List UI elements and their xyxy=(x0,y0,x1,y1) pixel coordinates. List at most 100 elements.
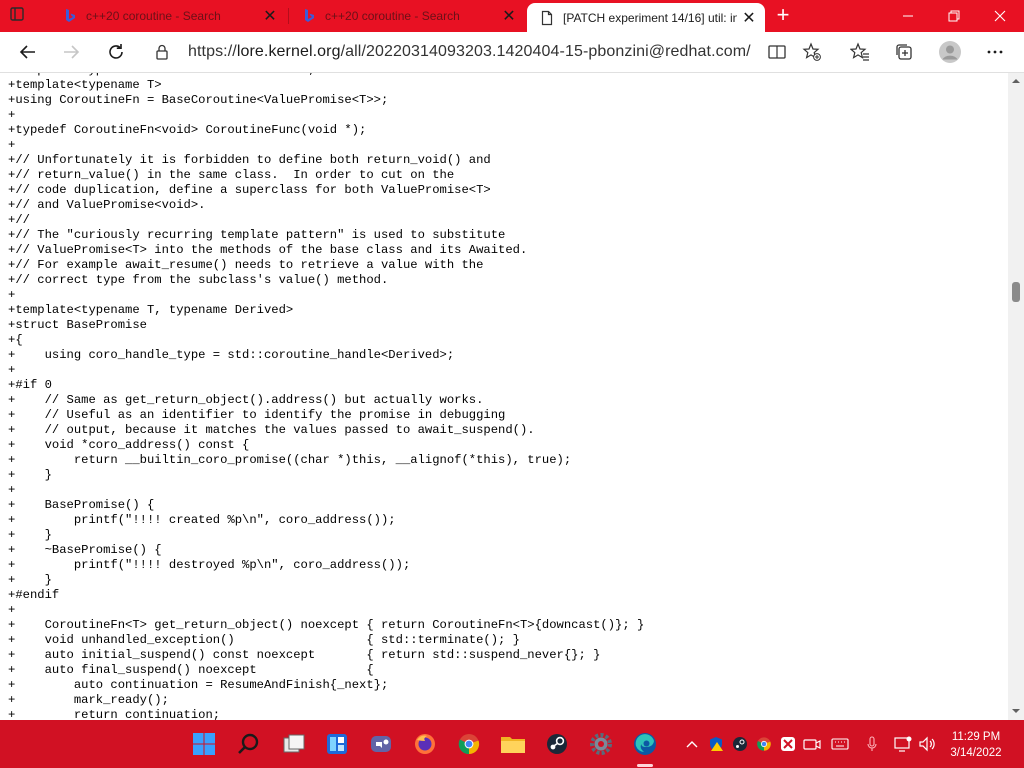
tab-strip: c++20 coroutine - Search ✕ c++20 corouti… xyxy=(0,0,1024,32)
code-line: + CoroutineFn<T> get_return_object() noe… xyxy=(8,618,645,632)
code-line: +// Unfortunately it is forbidden to def… xyxy=(8,153,491,167)
code-line: +template<typename T> xyxy=(8,78,162,92)
code-line: + // output, because it matches the valu… xyxy=(8,423,535,437)
code-line: + ~BasePromise() { xyxy=(8,543,162,557)
tab-search-2[interactable]: c++20 coroutine - Search ✕ xyxy=(289,0,525,32)
reading-view-icon[interactable] xyxy=(767,42,787,62)
code-line: +#if 0 xyxy=(8,378,52,392)
microphone-icon[interactable] xyxy=(862,734,882,754)
url-text[interactable]: https://lore.kernel.org/all/202203140932… xyxy=(188,43,751,61)
code-line: + } xyxy=(8,573,52,587)
edge-icon[interactable] xyxy=(631,730,659,758)
scroll-down-icon[interactable] xyxy=(1012,707,1020,715)
shield-warning-icon[interactable] xyxy=(706,734,726,754)
code-line: +typedef CoroutineFn<void> CoroutineFunc… xyxy=(8,123,367,137)
code-line: + xyxy=(8,288,16,302)
firefox-icon[interactable] xyxy=(411,730,439,758)
chrome-icon[interactable] xyxy=(455,730,483,758)
code-line: +template<typename T, typename Derived> xyxy=(8,303,294,317)
back-button[interactable] xyxy=(12,36,44,68)
minimize-icon[interactable] xyxy=(885,0,931,32)
keyboard-icon[interactable] xyxy=(830,734,850,754)
code-line: +{ xyxy=(8,333,23,347)
search-icon[interactable] xyxy=(235,730,263,758)
address-bar[interactable]: https://lore.kernel.org/all/202203140932… xyxy=(145,36,831,68)
code-line: +// For example await_resume() needs to … xyxy=(8,258,484,272)
active-app-indicator xyxy=(637,764,653,767)
code-line: + printf("!!!! destroyed %p\n", coro_add… xyxy=(8,558,411,572)
vertical-scrollbar[interactable] xyxy=(1008,73,1024,720)
close-window-icon[interactable] xyxy=(977,0,1023,32)
restore-icon[interactable] xyxy=(931,0,977,32)
code-line: + auto final_suspend() noexcept { xyxy=(8,663,374,677)
show-hidden-icons-icon[interactable] xyxy=(682,734,702,754)
code-line: + xyxy=(8,603,16,617)
code-line: +#endif xyxy=(8,588,60,602)
code-line: +// return_value() in the same class. In… xyxy=(8,168,455,182)
system-clock[interactable]: 11:29 PM 3/14/2022 xyxy=(944,729,1008,761)
refresh-button[interactable] xyxy=(100,36,132,68)
back-arrow-icon xyxy=(19,45,35,59)
window-menu-icon[interactable] xyxy=(10,7,24,21)
url-host: lore.kernel.org xyxy=(236,43,341,60)
code-line: + // Same as get_return_object().address… xyxy=(8,393,484,407)
code-line: +template<typename T> struct ValuePromis… xyxy=(8,73,315,77)
code-line: +// and ValuePromise<void>. xyxy=(8,198,206,212)
security-tray-icon[interactable] xyxy=(778,734,798,754)
steam-tray-icon[interactable] xyxy=(730,734,750,754)
bing-icon xyxy=(305,9,314,22)
code-line: + } xyxy=(8,468,52,482)
code-line: + // Useful as an identifier to identify… xyxy=(8,408,506,422)
code-line: +// correct type from the subclass's val… xyxy=(8,273,389,287)
tab-title: c++20 coroutine - Search xyxy=(86,9,221,23)
code-line: + auto initial_suspend() const noexcept … xyxy=(8,648,601,662)
code-line: + printf("!!!! created %p\n", coro_addre… xyxy=(8,513,396,527)
avatar xyxy=(939,41,961,63)
new-tab-icon[interactable]: + xyxy=(771,4,795,28)
tab-title: c++20 coroutine - Search xyxy=(325,9,460,23)
file-explorer-icon[interactable] xyxy=(499,730,527,758)
teams-chat-icon[interactable] xyxy=(367,730,395,758)
bing-icon xyxy=(66,9,75,22)
url-path: /all/20220314093203.1420404-15-pbonzini@… xyxy=(340,43,751,60)
close-tab-icon[interactable]: ✕ xyxy=(258,4,282,28)
scroll-up-icon[interactable] xyxy=(1012,77,1020,85)
code-line: + mark_ready(); xyxy=(8,693,169,707)
code-line: + auto continuation = ResumeAndFinish{_n… xyxy=(8,678,389,692)
profile-button[interactable] xyxy=(934,36,966,68)
widgets-icon[interactable] xyxy=(323,730,351,758)
collections-button[interactable] xyxy=(888,36,920,68)
tab-title: [PATCH experiment 14/16] util: in xyxy=(563,10,737,25)
tab-search-1[interactable]: c++20 coroutine - Search ✕ xyxy=(50,0,286,32)
code-line: + return continuation; xyxy=(8,708,221,720)
code-line: +// xyxy=(8,213,30,227)
scrollbar-thumb[interactable] xyxy=(1012,282,1020,302)
code-line: + xyxy=(8,363,16,377)
camera-tray-icon[interactable] xyxy=(802,734,822,754)
code-line: + BasePromise() { xyxy=(8,498,155,512)
start-icon[interactable] xyxy=(190,730,218,758)
code-line: + xyxy=(8,483,16,497)
url-scheme: https:// xyxy=(188,43,237,60)
forward-button[interactable] xyxy=(55,36,87,68)
steam-icon[interactable] xyxy=(543,730,571,758)
tab-patch-active[interactable]: [PATCH experiment 14/16] util: in ✕ xyxy=(527,3,765,32)
settings-more-button[interactable] xyxy=(979,36,1011,68)
chrome-tray-icon[interactable] xyxy=(754,734,774,754)
toolbar: https://lore.kernel.org/all/202203140932… xyxy=(0,32,1024,73)
taskbar: 11:29 PM 3/14/2022 xyxy=(0,720,1024,768)
network-icon[interactable] xyxy=(893,734,913,754)
code-line: + xyxy=(8,108,16,122)
favorites-button[interactable] xyxy=(844,36,876,68)
code-line: +// ValuePromise<T> into the methods of … xyxy=(8,243,528,257)
lock-icon[interactable] xyxy=(155,44,169,60)
settings-icon[interactable] xyxy=(587,730,615,758)
add-favorite-icon[interactable] xyxy=(802,42,822,62)
close-tab-icon[interactable]: ✕ xyxy=(497,4,521,28)
volume-icon[interactable] xyxy=(918,734,938,754)
clock-time: 11:29 PM xyxy=(951,731,1001,743)
close-tab-icon[interactable]: ✕ xyxy=(737,6,761,30)
favorites-icon xyxy=(850,42,869,61)
code-line: + void unhandled_exception() { std::term… xyxy=(8,633,520,647)
task-view-icon[interactable] xyxy=(280,730,308,758)
